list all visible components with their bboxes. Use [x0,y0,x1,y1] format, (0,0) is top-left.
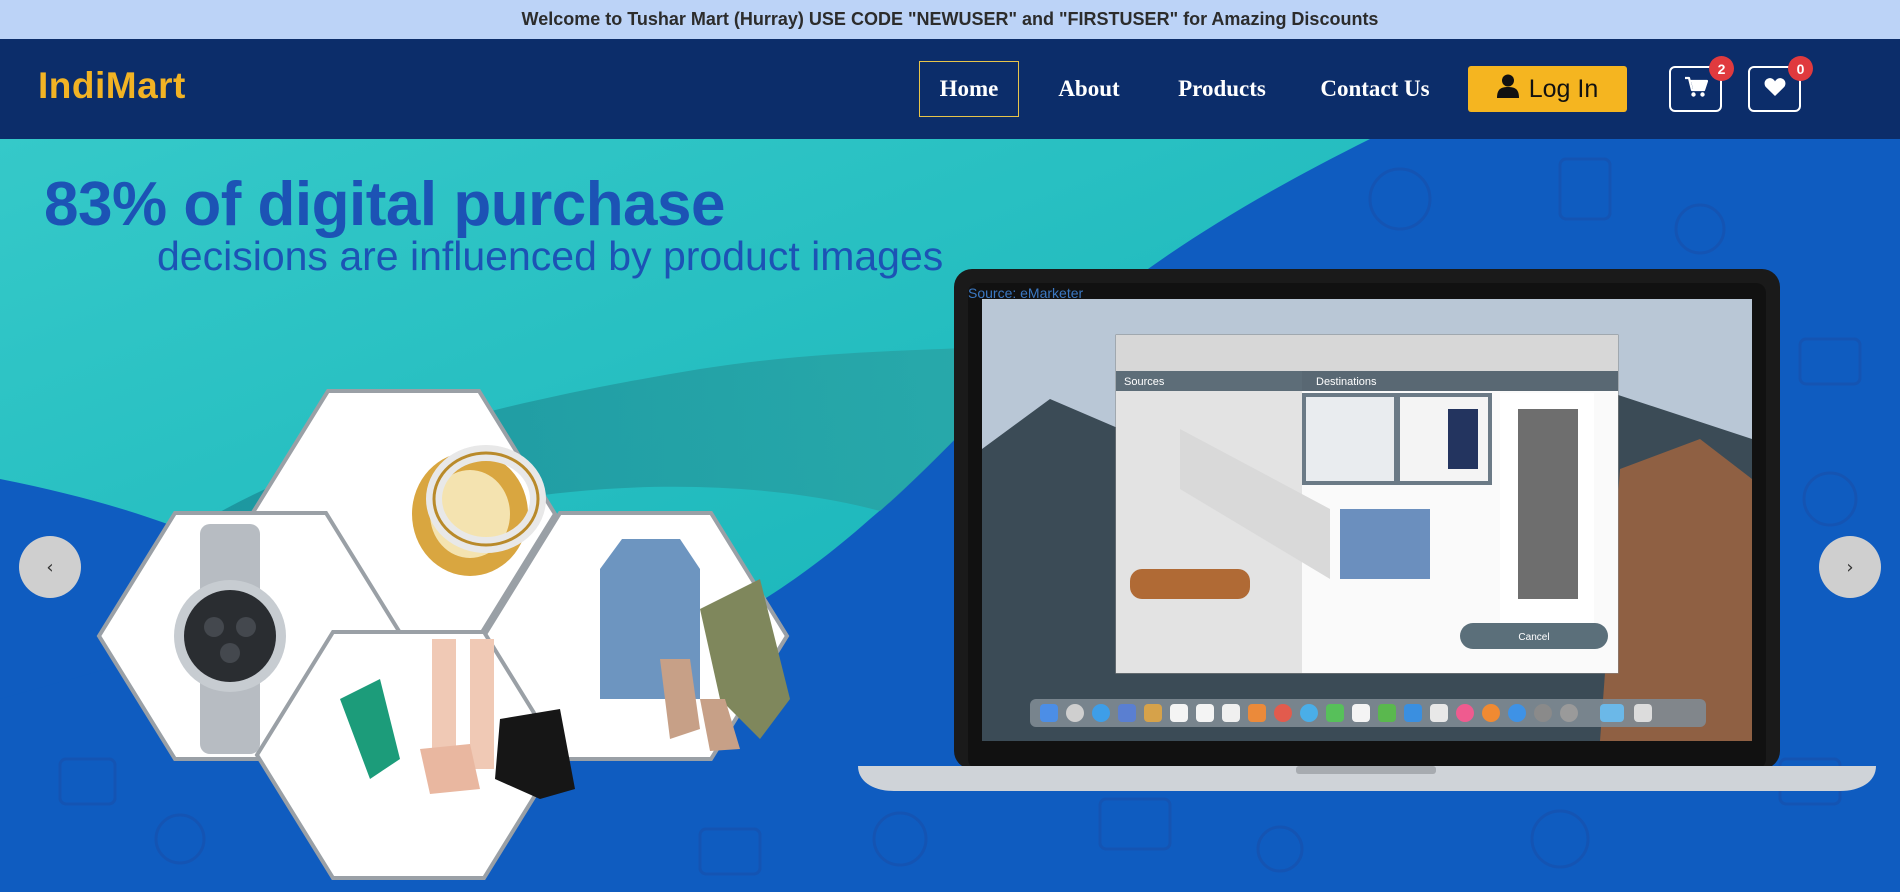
nav-item-home[interactable]: Home [919,61,1019,117]
nav-item-products[interactable]: Products [1168,61,1276,117]
cart-icon [1684,76,1708,103]
login-button[interactable]: Log In [1468,66,1627,112]
heart-icon [1764,77,1786,102]
hero-subline: decisions are influenced by product imag… [157,233,944,279]
nav-item-about[interactable]: About [1050,61,1128,117]
wishlist-button[interactable]: 0 [1748,56,1813,112]
hero-carousel: Sources Destinations Cancel 83% of digit… [0,139,1900,892]
cart-button[interactable]: 2 [1669,56,1734,112]
svg-text:Cancel: Cancel [1518,632,1549,643]
nav-item-label: About [1058,76,1120,101]
announcement-text: Welcome to Tushar Mart (Hurray) USE CODE… [521,9,1379,29]
wishlist-count-badge: 0 [1788,56,1813,81]
carousel-prev-button[interactable]: ‹ [19,536,81,598]
announcement-bar: Welcome to Tushar Mart (Hurray) USE CODE… [0,0,1900,39]
svg-text:Sources: Sources [1124,376,1165,388]
login-label: Log In [1528,74,1599,103]
navbar: IndiMart Home About Products Contact Us … [0,39,1900,139]
svg-text:Destinations: Destinations [1316,376,1377,388]
laptop-image: Sources Destinations Cancel [858,269,1876,791]
cart-count-badge: 2 [1709,56,1734,81]
hero-headline: 83% of digital purchase [44,170,726,239]
brand-logo[interactable]: IndiMart [38,65,186,107]
chevron-left-icon: ‹ [46,556,54,578]
nav-item-contact-us[interactable]: Contact Us [1316,61,1434,117]
chevron-right-icon: › [1846,556,1854,578]
hero-source: Source: eMarketer [968,285,1084,301]
nav-item-label: Home [939,76,999,101]
carousel-next-button[interactable]: › [1819,536,1881,598]
nav-item-label: Products [1178,76,1266,101]
nav-item-label: Contact Us [1320,76,1430,101]
user-icon [1496,74,1519,105]
